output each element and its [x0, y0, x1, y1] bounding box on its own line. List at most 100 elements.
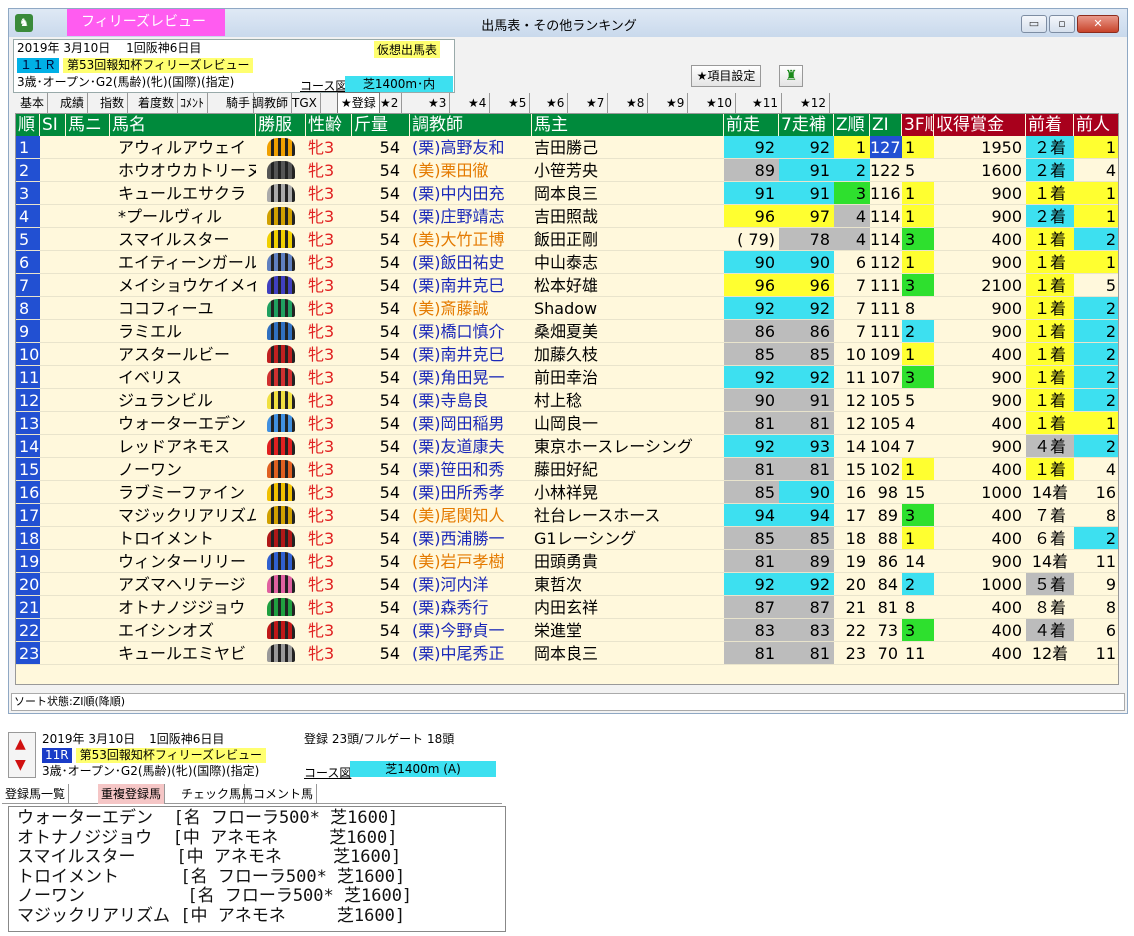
person-icon[interactable]: ♜ — [779, 65, 803, 87]
tab-18[interactable]: ★11 — [749, 93, 783, 113]
tab-12[interactable]: ★5 — [505, 93, 531, 113]
tab-4[interactable]: ｺﾒﾝﾄ — [177, 93, 209, 113]
col-rank[interactable]: 順 — [16, 114, 40, 136]
table-row[interactable]: 15 ノーワン 牝3 54 (栗)笹田和秀 藤田好紀 81 81 15 102 1 400 １着 4 — [16, 458, 1118, 481]
sub-tab-1[interactable]: 重複登録馬 — [98, 784, 166, 804]
maximize-button[interactable]: ▫ — [1049, 15, 1075, 33]
col-silks[interactable]: 勝服 — [256, 114, 306, 136]
sub-tab-2[interactable]: チェック馬 — [178, 784, 246, 804]
list-item[interactable]: トロイメント [名 フローラ500* 芝1600] — [17, 867, 405, 887]
table-row[interactable]: 18 トロイメント 牝3 54 (栗)西浦勝一 G1レーシング 85 85 18 88 1 400 ６着… — [16, 527, 1118, 550]
cell-si — [40, 251, 66, 274]
cell-3f-rank: 8 — [902, 596, 934, 619]
table-row[interactable]: 7 メイショウケイメイ 牝3 54 (栗)南井克巳 松本好雄 96 96 7 111 3 2100 １着… — [16, 274, 1118, 297]
table-row[interactable]: 16 ラブミーファイン 牝3 54 (栗)田所秀孝 小林祥晃 85 90 16 98 15 1000 1… — [16, 481, 1118, 504]
cell-seven-race: 81 — [779, 412, 834, 435]
tab-2[interactable]: 指数 — [97, 93, 129, 113]
tab-11[interactable]: ★4 — [465, 93, 491, 113]
minimize-button[interactable]: ▭ — [1021, 15, 1047, 33]
table-row[interactable]: 4 *プールヴィル 牝3 54 (栗)庄野靖志 吉田照哉 96 97 4 114 1 900 ２着 1 — [16, 205, 1118, 228]
down-arrow-icon[interactable]: ▼ — [15, 757, 26, 773]
list-item[interactable]: ウォーターエデン [名 フローラ500* 芝1600] — [17, 809, 398, 828]
tab-8[interactable]: ★登録 — [337, 92, 380, 113]
tab-7[interactable]: TGX — [289, 93, 321, 113]
cell-last-pop: 6 — [1074, 619, 1118, 642]
race-number: １１Ｒ — [17, 58, 60, 73]
col-seven-race[interactable]: 7走補 — [779, 114, 834, 136]
table-row[interactable]: 10 アスタールビー 牝3 54 (栗)南井克巳 加藤久枝 85 85 10 109 1 400 １着 2 — [16, 343, 1118, 366]
cell-si — [40, 228, 66, 251]
col-z-rank[interactable]: Z順 — [834, 114, 870, 136]
tab-13[interactable]: ★6 — [543, 93, 569, 113]
cell-zi: 70 — [870, 642, 902, 665]
tab-9[interactable]: ★2 — [377, 93, 403, 113]
cell-last-pop: 1 — [1074, 412, 1118, 435]
table-row[interactable]: 13 ウォーターエデン 牝3 54 (栗)岡田稲男 山岡良一 81 81 12 105 4 400 １着… — [16, 412, 1118, 435]
tab-15[interactable]: ★8 — [623, 93, 649, 113]
col-horse-code[interactable]: 馬ニ — [66, 114, 110, 136]
list-item[interactable]: ノーワン [名 フローラ500* 芝1600] — [17, 887, 412, 906]
item-settings-button[interactable]: ★項目設定 — [691, 65, 761, 87]
table-row[interactable]: 9 ラミエル 牝3 54 (栗)橋口慎介 桑畑夏美 86 86 7 111 2 900 １着 2 — [16, 320, 1118, 343]
table-row[interactable]: 19 ウィンターリリー 牝3 54 (美)岩戸孝樹 田頭勇貴 81 89 19 86 14 900 14… — [16, 550, 1118, 573]
tab-6[interactable]: 調教師 — [249, 93, 293, 113]
close-button[interactable]: ✕ — [1077, 15, 1119, 33]
cell-rank: 1 — [16, 136, 40, 159]
cell-silks — [256, 642, 306, 665]
col-sex-age[interactable]: 性齢 — [306, 114, 352, 136]
cell-sex-age: 牝3 — [306, 642, 352, 665]
table-row[interactable]: 5 スマイルスター 牝3 54 (美)大竹正博 飯田正剛( 79) 78 4 114 3 400 １着… — [16, 228, 1118, 251]
silks-icon — [267, 276, 295, 294]
table-row[interactable]: 6 エイティーンガール 牝3 54 (栗)飯田祐史 中山泰志 90 90 6 112 1 900 １着 1 — [16, 251, 1118, 274]
tab-16[interactable]: ★9 — [663, 93, 689, 113]
cell-horse-name: ココフィーユ — [110, 297, 256, 320]
cell-silks — [256, 343, 306, 366]
col-prev-race[interactable]: 前走 — [724, 114, 779, 136]
tab-14[interactable]: ★7 — [583, 93, 609, 113]
sub-tab-0[interactable]: 登録馬一覧 — [2, 784, 70, 804]
col-si[interactable]: SI — [40, 114, 66, 136]
cell-horse-code — [66, 389, 110, 412]
table-row[interactable]: 14 レッドアネモス 牝3 54 (栗)友道康夫 東京ホースレーシング 92 93 14 104 7… — [16, 435, 1118, 458]
table-row[interactable]: 23 キュールエミヤビ 牝3 54 (栗)中尾秀正 岡本良三 81 81 23 70 11 400 12… — [16, 642, 1118, 665]
cell-z-rank: 4 — [834, 205, 870, 228]
table-row[interactable]: 8 ココフィーユ 牝3 54 (美)斎藤誠 Shadow 92 92 7 111 8 900 １着 2 — [16, 297, 1118, 320]
col-prize[interactable]: 収得賞金 — [934, 114, 1026, 136]
table-row[interactable]: 12 ジュランビル 牝3 54 (栗)寺島良 村上稔 90 91 12 105 5 900 １着 2 — [16, 389, 1118, 412]
col-3f-rank[interactable]: 3F順 — [902, 114, 934, 136]
col-trainer[interactable]: 調教師 — [410, 114, 532, 136]
col-last-pop[interactable]: 前人 — [1074, 114, 1118, 136]
cell-owner: 吉田照哉 — [532, 205, 724, 228]
col-horse-name[interactable]: 馬名 — [110, 114, 256, 136]
col-last-finish[interactable]: 前着 — [1026, 114, 1074, 136]
col-weight[interactable]: 斤量 — [352, 114, 410, 136]
cell-3f-rank: 14 — [902, 550, 934, 573]
table-row[interactable]: 11 イベリス 牝3 54 (栗)角田晃一 前田幸治 92 92 11 107 3 900 １着 2 — [16, 366, 1118, 389]
list-item[interactable]: マジックリアリズム [中 アネモネ 芝1600] — [17, 906, 405, 926]
table-row[interactable]: 1 アウィルアウェイ 牝3 54 (栗)高野友和 吉田勝己 92 92 1 127 1 1950 ２着 1 — [16, 136, 1118, 159]
tab-0[interactable]: 基本 — [17, 93, 49, 113]
cell-si — [40, 458, 66, 481]
table-row[interactable]: 3 キュールエサクラ 牝3 54 (栗)中内田充 岡本良三 91 91 3 116 1 900 １着 1 — [16, 182, 1118, 205]
cell-prev-race: 94 — [724, 504, 779, 527]
table-row[interactable]: 21 オトナノジジョウ 牝3 54 (栗)森秀行 内田玄祥 87 87 21 81 8 400 ８着 8 — [16, 596, 1118, 619]
table-row[interactable]: 22 エイシンオズ 牝3 54 (栗)今野貞一 栄進堂 83 83 22 73 3 400 ４着 6 — [16, 619, 1118, 642]
table-row[interactable]: 2 ホウオウカトリーヌ 牝3 54 (美)栗田徹 小笹芳央 89 91 2 122 5 1600 ２着 4 — [16, 159, 1118, 182]
tab-10[interactable]: ★3 — [425, 93, 451, 113]
cell-rank: 8 — [16, 297, 40, 320]
table-row[interactable]: 17 マジックリアリズム 牝3 54 (美)尾関知人 社台レースホース 94 94 17 89 3 4… — [16, 504, 1118, 527]
tab-3[interactable]: 着度数 — [135, 93, 179, 113]
up-arrow-icon[interactable]: ▲ — [15, 736, 26, 752]
cell-last-finish: ２着 — [1026, 205, 1074, 228]
cell-trainer: (栗)西浦勝一 — [410, 527, 532, 550]
list-item[interactable]: オトナノジジョウ [中 アネモネ 芝1600] — [17, 828, 397, 848]
sub-tab-3[interactable]: 馬コメント馬 — [238, 784, 318, 804]
sub-course-map-link[interactable]: コース図 — [304, 764, 351, 781]
tab-19[interactable]: ★12 — [797, 93, 831, 113]
col-zi[interactable]: ZI — [870, 114, 902, 136]
list-item[interactable]: スマイルスター [中 アネモネ 芝1600] — [17, 848, 401, 867]
tab-1[interactable]: 成績 — [57, 93, 89, 113]
table-row[interactable]: 20 アズマヘリテージ 牝3 54 (栗)河内洋 東哲次 92 92 20 84 2 1000 ５着 9 — [16, 573, 1118, 596]
col-owner[interactable]: 馬主 — [532, 114, 724, 136]
tab-17[interactable]: ★10 — [703, 93, 737, 113]
